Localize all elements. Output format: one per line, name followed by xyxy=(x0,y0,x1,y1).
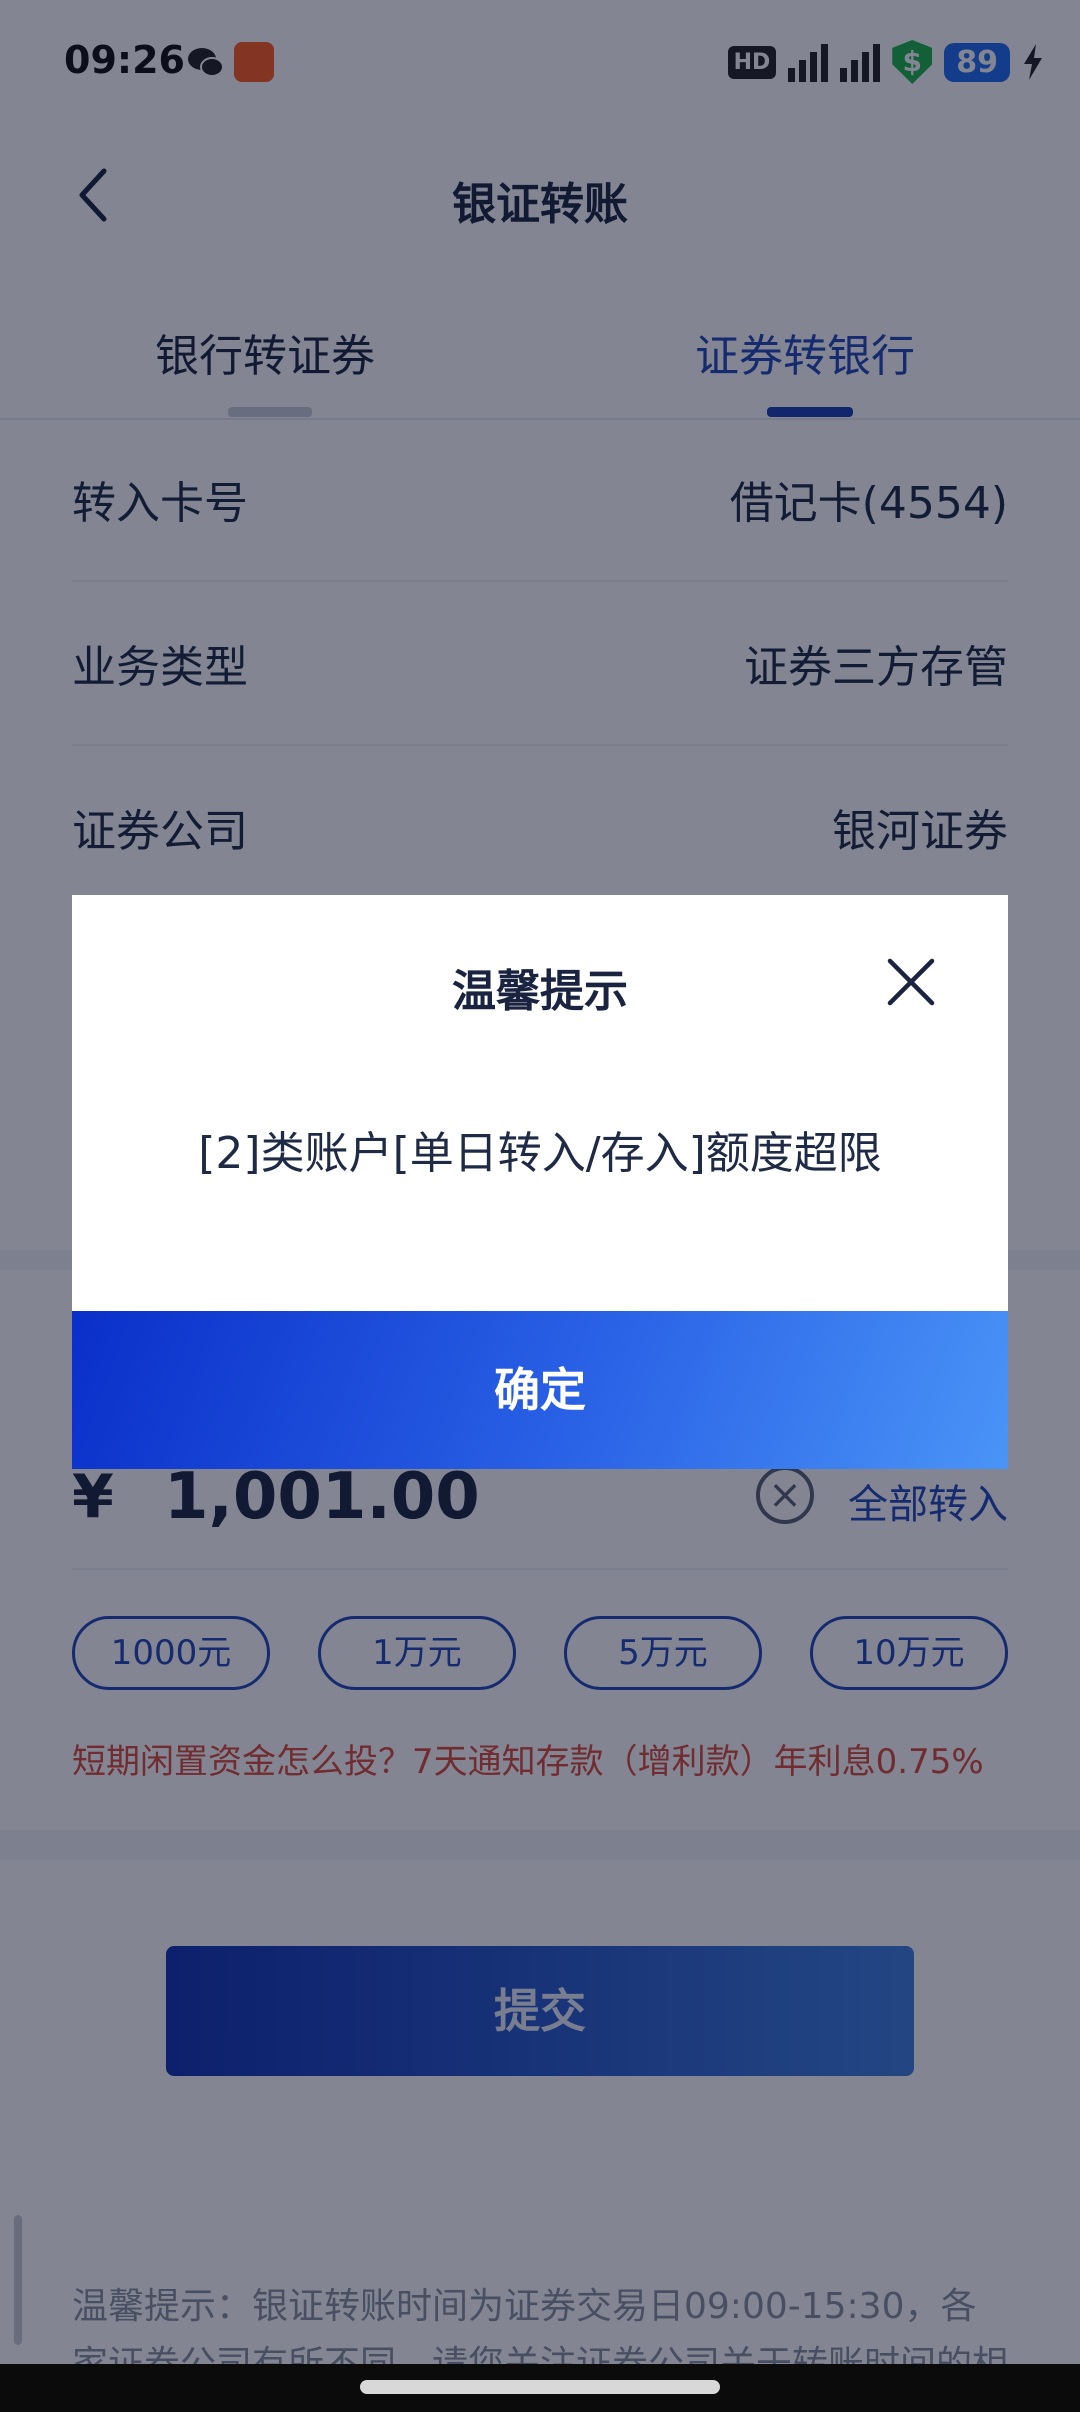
dialog-message: [2]类账户[单日转入/存入]额度超限 xyxy=(198,1128,882,1179)
alert-dialog: 温馨提示 [2]类账户[单日转入/存入]额度超限 确定 xyxy=(72,895,1008,1469)
confirm-button[interactable]: 确定 xyxy=(72,1311,1008,1469)
dialog-title: 温馨提示 xyxy=(452,966,628,1017)
close-icon[interactable] xyxy=(886,957,936,1007)
home-gesture-handle[interactable] xyxy=(360,2380,720,2394)
